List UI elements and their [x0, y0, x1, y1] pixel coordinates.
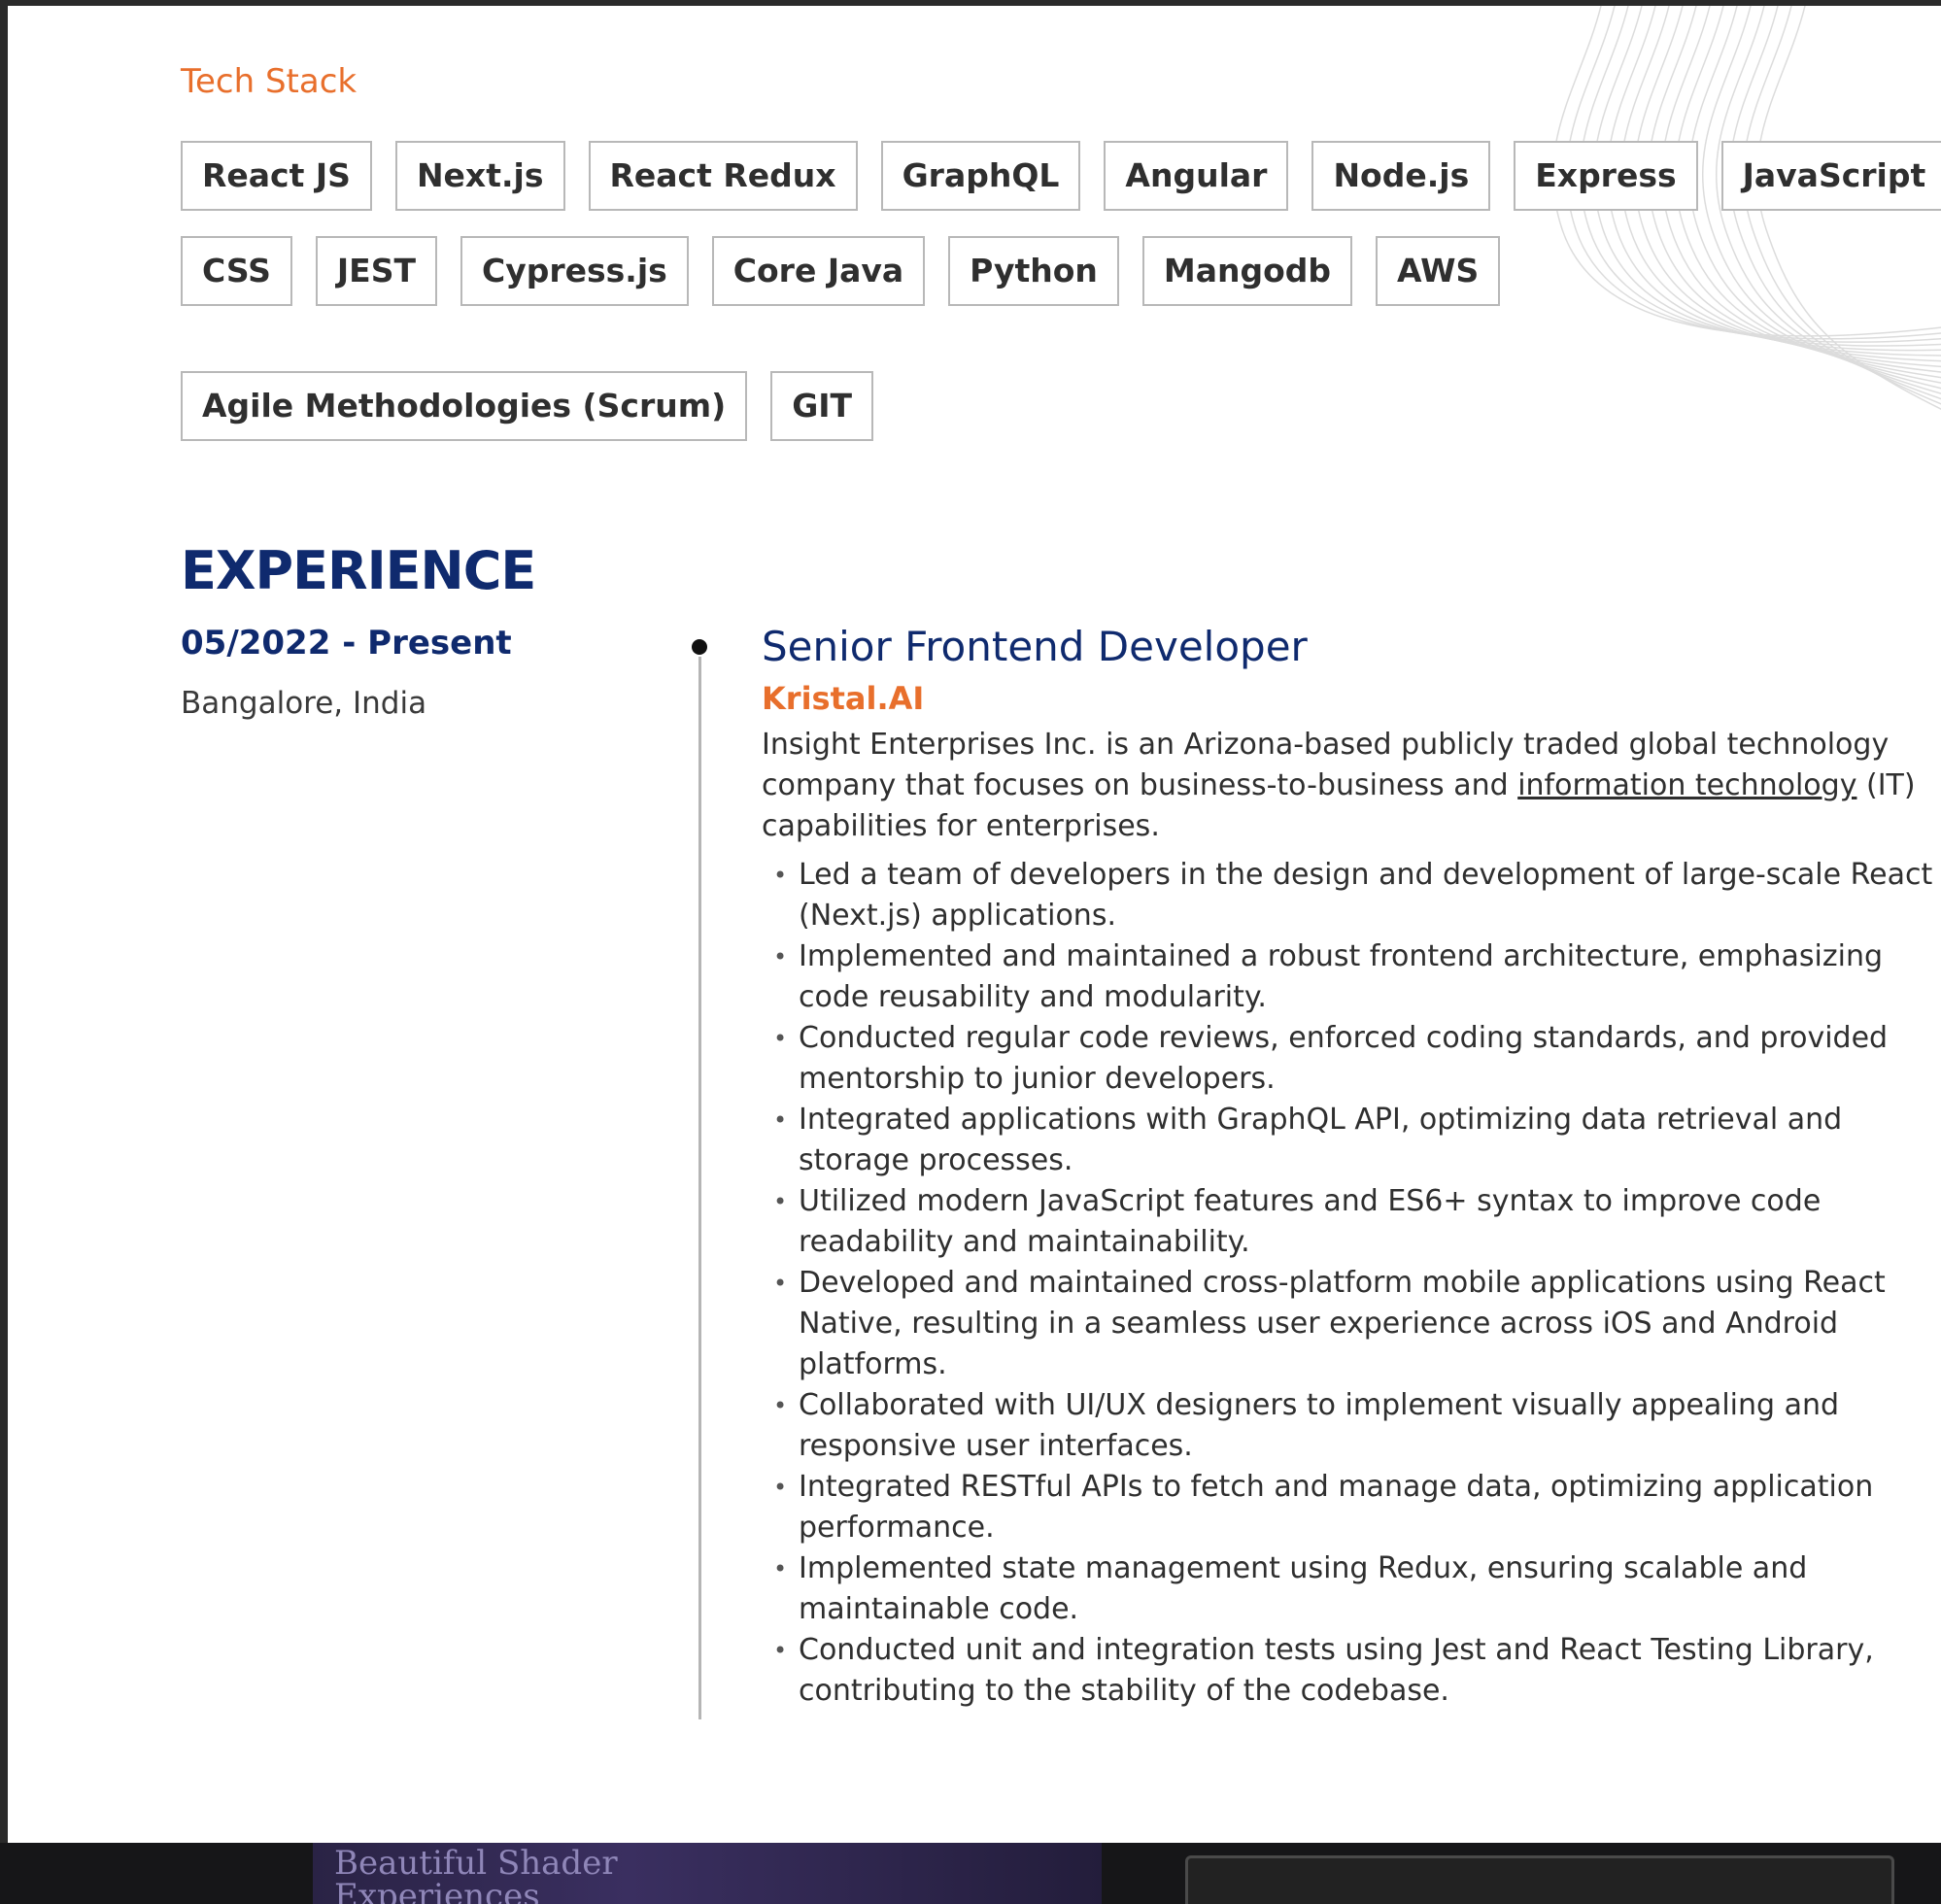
- tech-tag: Cypress.js: [460, 236, 689, 306]
- responsibilities-list: Led a team of developers in the design a…: [762, 855, 1941, 1712]
- tech-tag: GIT: [770, 371, 874, 441]
- responsibility-item: Collaborated with UI/UX designers to imp…: [762, 1385, 1941, 1467]
- window-thumbnail-shader[interactable]: Beautiful Shader Experiences: [313, 1843, 1102, 1904]
- responsibility-item: Implemented state management using Redux…: [762, 1548, 1941, 1630]
- responsibility-item: Conducted unit and integration tests usi…: [762, 1630, 1941, 1712]
- tech-tags-row-3: Agile Methodologies (Scrum) GIT: [181, 371, 897, 441]
- responsibility-item: Conducted regular code reviews, enforced…: [762, 1018, 1941, 1100]
- tech-tags-row-1: React JS Next.js React Redux GraphQL Angular…: [181, 141, 1941, 211]
- tech-tag: React JS: [181, 141, 372, 211]
- responsibility-item: Led a team of developers in the design a…: [762, 855, 1941, 936]
- experience-dates: 05/2022 - Present: [181, 624, 512, 663]
- tech-tag: React Redux: [588, 141, 858, 211]
- responsibility-item: Developed and maintained cross-platform …: [762, 1263, 1941, 1385]
- job-entry: Senior Frontend Developer Kristal.AI Ins…: [762, 622, 1941, 1712]
- thumbnail-subtitle: Experiences: [334, 1877, 540, 1904]
- tech-tag: CSS: [181, 236, 292, 306]
- responsibility-item: Implemented and maintained a robust fron…: [762, 936, 1941, 1018]
- tech-tag: JavaScript: [1720, 141, 1941, 211]
- experience-heading: EXPERIENCE: [181, 540, 536, 601]
- tech-tag: Core Java: [711, 236, 926, 306]
- timeline-dot: [692, 639, 707, 655]
- tech-tag: Agile Methodologies (Scrum): [181, 371, 748, 441]
- window-thumbnail-editor[interactable]: [1185, 1855, 1894, 1904]
- tech-tag: Angular: [1104, 141, 1289, 211]
- tech-tag: GraphQL: [880, 141, 1081, 211]
- responsibility-item: Integrated applications with GraphQL API…: [762, 1100, 1941, 1181]
- job-summary: Insight Enterprises Inc. is an Arizona-b…: [762, 725, 1941, 847]
- tech-tag: Next.js: [394, 141, 565, 211]
- tech-tag: Mangodb: [1141, 236, 1353, 306]
- information-technology-link[interactable]: information technology: [1517, 768, 1856, 802]
- wave-decoration: [1552, 6, 1941, 410]
- tech-stack-title: Tech Stack: [181, 62, 358, 101]
- responsibility-item: Integrated RESTful APIs to fetch and man…: [762, 1467, 1941, 1548]
- responsibility-item: Utilized modern JavaScript features and …: [762, 1181, 1941, 1263]
- experience-location: Bangalore, India: [181, 686, 427, 721]
- tech-tag: AWS: [1376, 236, 1501, 306]
- tech-tags-row-2: CSS JEST Cypress.js Core Java Python Mangodb A…: [181, 236, 1523, 306]
- resume-page: Tech Stack React JS Next.js React Redux Gra…: [0, 0, 1941, 1843]
- tech-tag: Python: [948, 236, 1119, 306]
- company-name: Kristal.AI: [762, 680, 925, 717]
- timeline-line: [698, 657, 701, 1719]
- tech-tag: JEST: [315, 236, 437, 306]
- tech-tag: Express: [1514, 141, 1698, 211]
- tech-tag: Node.js: [1311, 141, 1491, 211]
- job-title: Senior Frontend Developer: [762, 623, 1308, 670]
